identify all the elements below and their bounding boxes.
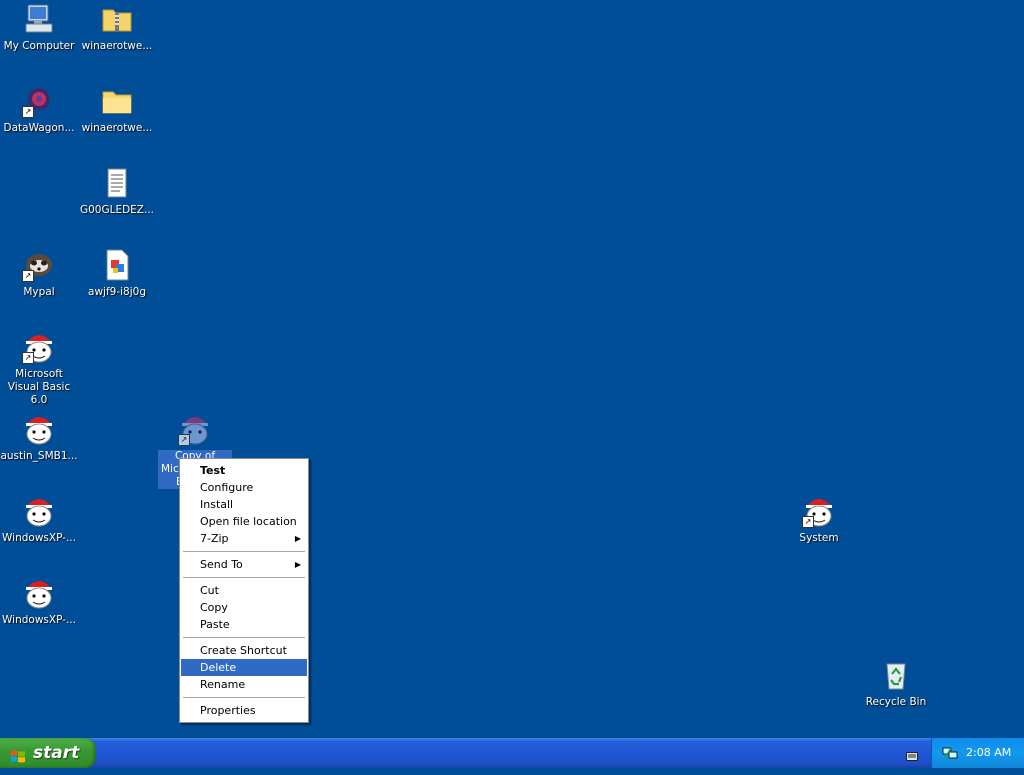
menu-item-label: Rename <box>200 678 246 691</box>
santa-icon <box>22 576 56 610</box>
icon-label: winaerotwe... <box>81 122 153 134</box>
menu-separator <box>183 637 305 638</box>
menu-item-label: Install <box>200 498 234 511</box>
menu-item-configure[interactable]: Configure <box>181 479 307 496</box>
desktop-icon-my-computer[interactable]: My Computer <box>0 2 78 53</box>
desktop-icon-awjf9[interactable]: awjf9-i8j0g <box>78 248 156 299</box>
shortcut-arrow-icon: ↗ <box>802 516 814 528</box>
shortcut-arrow-icon: ↗ <box>22 352 34 364</box>
icon-label: System <box>799 532 839 544</box>
start-label: start <box>33 743 80 763</box>
menu-item-label: Create Shortcut <box>200 644 287 657</box>
menu-item-rename[interactable]: Rename <box>181 676 307 693</box>
desktop-icon-system[interactable]: ↗ System <box>780 494 858 545</box>
menu-item-label: Properties <box>200 704 256 717</box>
icon-label: G00GLEDEZ... <box>79 204 155 216</box>
context-menu: Test Configure Install Open file locatio… <box>179 458 309 723</box>
menu-item-7zip[interactable]: 7-Zip ▶ <box>181 530 307 547</box>
menu-separator <box>183 577 305 578</box>
submenu-arrow-icon: ▶ <box>294 534 301 543</box>
menu-item-install[interactable]: Install <box>181 496 307 513</box>
recycle-bin-icon <box>879 658 913 692</box>
desktop-icon-winaerotwe-zip[interactable]: winaerotwe... <box>78 2 156 53</box>
icon-label: WindowsXP-... <box>2 614 76 626</box>
clock[interactable]: 2:08 AM <box>966 738 1011 768</box>
menu-item-test[interactable]: Test <box>181 462 307 479</box>
icon-label: winaerotwe... <box>81 40 153 52</box>
image-file-icon <box>100 248 134 282</box>
desktop[interactable]: My Computer ↗ DataWagon... ↗ Mypal ↗ Mic… <box>0 0 1024 738</box>
icon-label: Microsoft Visual Basic 6.0 <box>7 368 71 406</box>
icon-label: DataWagon... <box>3 122 75 134</box>
desktop-icon-visual-basic[interactable]: ↗ Microsoft Visual Basic 6.0 <box>0 330 78 407</box>
menu-item-open-file-location[interactable]: Open file location <box>181 513 307 530</box>
icon-label: Recycle Bin <box>865 696 927 708</box>
santa-icon: ↗ <box>22 330 56 364</box>
shortcut-arrow-icon: ↗ <box>22 270 34 282</box>
start-button[interactable]: start <box>0 738 96 768</box>
menu-item-label: Paste <box>200 618 230 631</box>
menu-separator <box>183 551 305 552</box>
menu-item-create-shortcut[interactable]: Create Shortcut <box>181 642 307 659</box>
icon-label: WindowsXP-... <box>2 532 76 544</box>
desktop-icon-austin-smb1[interactable]: austin_SMB1... <box>0 412 78 463</box>
keyboard-icon[interactable] <box>906 747 918 766</box>
windows-flag-icon <box>10 745 26 763</box>
santa-icon: ↗ <box>802 494 836 528</box>
icon-label: Mypal <box>23 286 55 298</box>
menu-item-label: Open file location <box>200 515 297 528</box>
desktop-icon-googledez[interactable]: G00GLEDEZ... <box>78 166 156 217</box>
desktop-icon-recycle-bin[interactable]: Recycle Bin <box>857 658 935 709</box>
menu-item-label: Configure <box>200 481 254 494</box>
desktop-icon-datawagon[interactable]: ↗ DataWagon... <box>0 84 78 135</box>
santa-icon <box>22 412 56 446</box>
mypal-icon: ↗ <box>22 248 56 282</box>
desktop-icon-mypal[interactable]: ↗ Mypal <box>0 248 78 299</box>
datawagon-icon: ↗ <box>22 84 56 118</box>
desktop-icon-windowsxp-2[interactable]: WindowsXP-... <box>0 576 78 627</box>
system-tray: 2:08 AM <box>931 738 1024 768</box>
menu-item-label: Cut <box>200 584 219 597</box>
submenu-arrow-icon: ▶ <box>294 560 301 569</box>
folder-icon <box>100 84 134 118</box>
desktop-icon-winaerotwe-folder[interactable]: winaerotwe... <box>78 84 156 135</box>
shortcut-arrow-icon: ↗ <box>22 106 34 118</box>
menu-item-label: Copy <box>200 601 228 614</box>
taskbar: start 2:08 AM <box>0 738 1024 768</box>
icon-label: awjf9-i8j0g <box>88 286 146 298</box>
shortcut-arrow-icon: ↗ <box>178 434 190 446</box>
menu-separator <box>183 697 305 698</box>
menu-item-copy[interactable]: Copy <box>181 599 307 616</box>
icon-label: My Computer <box>3 40 75 52</box>
icon-label: austin_SMB1... <box>0 450 78 462</box>
menu-item-delete[interactable]: Delete <box>181 659 307 676</box>
menu-item-send-to[interactable]: Send To ▶ <box>181 556 307 573</box>
menu-item-cut[interactable]: Cut <box>181 582 307 599</box>
computer-icon <box>22 2 56 36</box>
menu-item-label: Delete <box>200 661 237 674</box>
santa-icon <box>22 494 56 528</box>
network-icon[interactable] <box>942 745 958 764</box>
menu-item-properties[interactable]: Properties <box>181 702 307 719</box>
menu-item-label: 7-Zip <box>200 532 229 545</box>
menu-item-label: Send To <box>200 558 243 571</box>
menu-item-paste[interactable]: Paste <box>181 616 307 633</box>
text-file-icon <box>100 166 134 200</box>
zip-folder-icon <box>100 2 134 36</box>
desktop-icon-windowsxp-1[interactable]: WindowsXP-... <box>0 494 78 545</box>
menu-item-label: Test <box>200 464 226 477</box>
santa-icon: ↗ <box>178 412 212 446</box>
